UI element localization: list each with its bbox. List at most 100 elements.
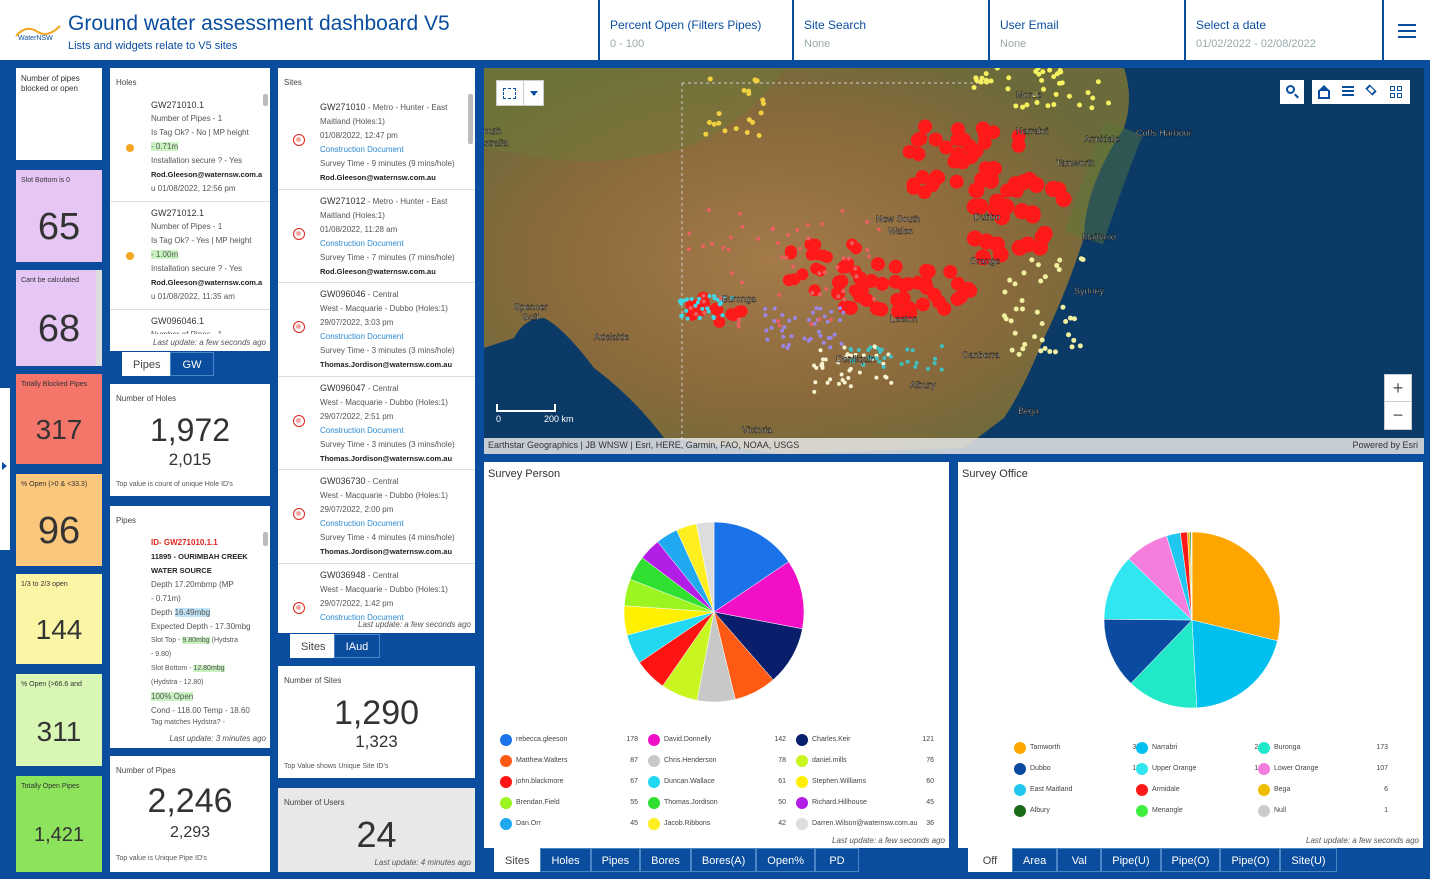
legend-item[interactable]: Menangle1	[1136, 805, 1266, 817]
legend-item[interactable]: rebecca.gleeson 178	[500, 734, 638, 746]
legend-item[interactable]: Tamworth381	[1014, 742, 1144, 754]
site-marker[interactable]	[739, 280, 744, 285]
site-marker[interactable]	[1020, 346, 1026, 352]
site-marker[interactable]	[842, 380, 847, 385]
tab-iaud[interactable]: IAud	[334, 634, 380, 658]
site-marker[interactable]	[776, 241, 781, 246]
site-marker[interactable]	[966, 230, 983, 247]
legend-item[interactable]: john.blackmore 67	[500, 776, 638, 788]
tab-off[interactable]: Off	[968, 848, 1012, 872]
site-marker[interactable]	[1069, 344, 1075, 350]
site-marker[interactable]	[875, 276, 890, 291]
scrollbar[interactable]	[96, 270, 102, 366]
site-marker[interactable]	[1036, 225, 1053, 242]
site-marker[interactable]	[819, 363, 824, 368]
site-marker[interactable]	[842, 297, 847, 302]
site-marker[interactable]	[700, 306, 705, 311]
site-marker[interactable]	[821, 340, 826, 345]
survey-person-pie-chart[interactable]	[624, 522, 804, 702]
site-marker[interactable]	[984, 79, 990, 85]
site-marker[interactable]	[797, 246, 802, 251]
site-marker[interactable]	[756, 132, 762, 138]
site-marker[interactable]	[932, 356, 937, 361]
site-marker[interactable]	[737, 317, 742, 322]
site-marker[interactable]	[816, 329, 821, 334]
site-marker[interactable]	[740, 224, 745, 229]
site-marker[interactable]	[905, 359, 910, 364]
site-marker[interactable]	[918, 119, 933, 134]
site-marker[interactable]	[777, 323, 782, 328]
site-marker[interactable]	[905, 347, 910, 352]
site-marker[interactable]	[951, 146, 966, 161]
site-marker[interactable]	[1039, 321, 1045, 327]
site-marker[interactable]	[1019, 236, 1036, 253]
site-marker[interactable]	[806, 236, 811, 241]
site-marker[interactable]	[848, 384, 853, 389]
site-marker[interactable]	[1019, 298, 1025, 304]
site-marker[interactable]	[1040, 69, 1046, 75]
site-marker[interactable]	[846, 256, 851, 261]
construction-document-link[interactable]: Construction Document	[320, 143, 455, 157]
site-marker[interactable]	[822, 314, 827, 319]
site-marker[interactable]	[741, 87, 747, 93]
site-marker[interactable]	[1005, 86, 1011, 92]
site-marker[interactable]	[763, 313, 768, 318]
site-marker[interactable]	[770, 227, 775, 232]
site-marker[interactable]	[1054, 262, 1060, 268]
site-marker[interactable]	[706, 120, 712, 126]
site-marker[interactable]	[910, 275, 925, 290]
site-marker[interactable]	[939, 344, 944, 349]
site-marker[interactable]	[969, 144, 984, 159]
site-marker[interactable]	[744, 130, 750, 136]
site-marker[interactable]	[1063, 319, 1069, 325]
site-marker[interactable]	[1029, 257, 1035, 263]
site-marker[interactable]	[831, 275, 846, 290]
site-marker[interactable]	[1034, 100, 1040, 106]
site-marker[interactable]	[726, 248, 731, 253]
site-marker[interactable]	[828, 345, 833, 350]
site-marker[interactable]	[706, 309, 711, 314]
layers-icon[interactable]	[1360, 80, 1384, 104]
site-marker[interactable]	[839, 341, 844, 346]
legend-item[interactable]: Bega 6	[1258, 784, 1388, 796]
site-marker[interactable]	[1038, 278, 1044, 284]
site-marker[interactable]	[716, 120, 722, 126]
legend-item[interactable]: Dan.Orr 45	[500, 818, 638, 830]
list-item[interactable]: GW271010.1 Number of Pipes - 1 Is Tag Ok…	[110, 96, 270, 202]
legend-item[interactable]: Duncan.Wallace 61	[648, 776, 786, 788]
site-marker[interactable]	[853, 266, 858, 271]
site-marker[interactable]	[988, 78, 994, 84]
site-marker[interactable]	[1013, 203, 1030, 220]
site-marker[interactable]	[790, 264, 795, 269]
site-marker[interactable]	[1039, 337, 1045, 343]
site-marker[interactable]	[932, 295, 947, 310]
legend-item[interactable]: East Maitland34	[1014, 784, 1144, 796]
site-marker[interactable]	[842, 345, 847, 350]
site-marker[interactable]	[1089, 105, 1095, 111]
site-marker[interactable]	[986, 125, 1001, 140]
site-marker[interactable]	[1066, 93, 1072, 99]
tab-sites[interactable]: Sites	[494, 848, 541, 872]
site-marker[interactable]	[818, 333, 823, 338]
site-marker[interactable]	[812, 389, 817, 394]
site-marker[interactable]	[711, 314, 716, 319]
legend-item[interactable]: Brendan.Field 55	[500, 797, 638, 809]
site-marker[interactable]	[824, 286, 829, 291]
site-marker[interactable]	[802, 336, 807, 341]
site-marker[interactable]	[701, 244, 706, 249]
site-marker[interactable]	[1060, 304, 1066, 310]
site-marker[interactable]	[680, 313, 685, 318]
site-marker[interactable]	[772, 319, 777, 324]
site-marker[interactable]	[988, 236, 1005, 253]
site-marker[interactable]	[837, 318, 842, 323]
site-marker[interactable]	[841, 310, 846, 315]
site-marker[interactable]	[817, 292, 822, 297]
legend-item[interactable]: Lower Orange 107	[1258, 763, 1388, 775]
site-marker[interactable]	[915, 297, 930, 312]
site-marker[interactable]	[746, 88, 752, 94]
site-marker[interactable]	[722, 128, 728, 134]
site-marker[interactable]	[693, 303, 698, 308]
site-marker[interactable]	[866, 254, 871, 259]
site-marker[interactable]	[737, 211, 742, 216]
site-marker[interactable]	[703, 131, 709, 137]
